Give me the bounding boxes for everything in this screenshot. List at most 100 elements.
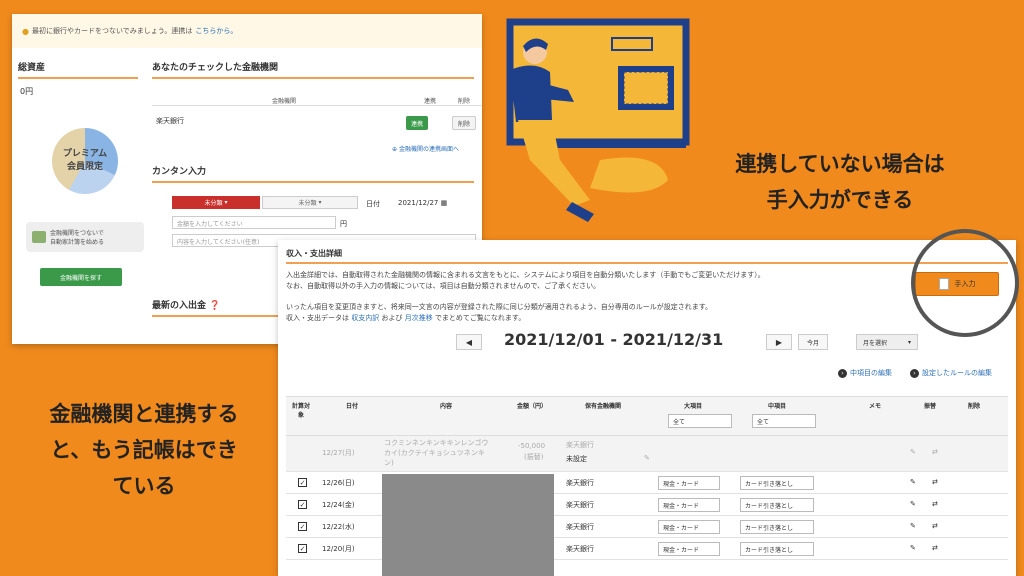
redacted-block	[382, 474, 554, 576]
pencil-icon[interactable]: ✎	[910, 500, 916, 508]
premium-line1: プレミアム	[62, 149, 108, 159]
row-date: 12/26(日)	[322, 479, 355, 487]
checkbox[interactable]: ✓	[298, 522, 307, 531]
transfer-icon[interactable]: ⇄	[932, 522, 938, 530]
col-bank: 金融機関	[272, 98, 297, 105]
minor-category-value: 未分類	[298, 200, 317, 207]
desc4-mid: および	[381, 314, 403, 322]
caption-left-line3: ている	[112, 474, 176, 498]
pencil-icon[interactable]: ✎	[910, 544, 916, 552]
header-transfer: 振替	[923, 403, 936, 410]
major-select[interactable]: 現金・カード	[658, 476, 720, 490]
month-select-label: 月を選択	[863, 339, 888, 347]
major-select[interactable]: 現金・カード	[658, 498, 720, 512]
checkbox[interactable]: ✓	[298, 544, 307, 553]
row-unset: 未設定	[566, 455, 587, 463]
help-icon[interactable]: ❓	[209, 301, 220, 311]
header-major: 大項目	[683, 403, 702, 410]
major-select[interactable]: 現金・カード	[658, 542, 720, 556]
transfer-icon[interactable]: ⇄	[932, 500, 938, 508]
major-select[interactable]: 現金・カード	[658, 520, 720, 534]
premium-line2: 会員限定	[66, 162, 103, 172]
row-content-1: コクミンネンキンキキンレンゴウ	[384, 439, 489, 447]
minor-select[interactable]: カード引き落とし	[740, 476, 814, 490]
next-month-button[interactable]: ▶	[766, 334, 792, 350]
checkbox[interactable]: ✓	[298, 478, 307, 487]
header-date[interactable]: 日付	[332, 401, 372, 410]
table-header: 計算対象 日付 内容 金額（円） 保有金融機関 大項目 中項目 メモ 振替 削除…	[286, 396, 1008, 436]
alert-link[interactable]: こちらから。	[195, 26, 237, 36]
link-button[interactable]: 連携	[406, 116, 428, 130]
transfer-icon[interactable]: ⇄	[932, 544, 938, 552]
breakdown-link[interactable]: 収支内訳	[351, 314, 379, 322]
header-content[interactable]: 内容	[416, 401, 476, 410]
row-bank: 楽天銀行	[566, 441, 594, 449]
caption-right: 連携していない場合は 手入力ができる	[680, 146, 1000, 218]
alert-banner: ● 最初に銀行やカードをつないでみましょう。連携は こちらから。	[12, 14, 482, 48]
desc4-pre: 収入・支出データは	[286, 314, 349, 322]
transfer-icon[interactable]: ⇄	[932, 448, 938, 456]
transfer-icon[interactable]: ⇄	[932, 478, 938, 486]
connect-line1: 金融機関をつないで	[50, 230, 104, 237]
row-date: 12/20(月)	[322, 545, 355, 553]
calendar-icon[interactable]: ▦	[441, 199, 448, 207]
row-date: 12/24(金)	[322, 501, 355, 509]
col-delete: 削除	[458, 98, 471, 105]
bank-link-page[interactable]: ⊕ 金融機関の連携画面へ	[392, 144, 459, 153]
delete-button[interactable]: 削除	[452, 116, 476, 130]
caption-right-line1: 連携していない場合は	[735, 152, 945, 176]
desc-line2: なお、自動取得以外の手入力の情報については、項目は自動分類されませんので、ご了承…	[286, 282, 601, 290]
row-bank: 楽天銀行	[566, 545, 594, 553]
row-bank: 楽天銀行	[566, 501, 594, 509]
minor-select[interactable]: カード引き落とし	[740, 520, 814, 534]
caption-left-line1: 金融機関と連携する	[49, 402, 239, 426]
arrow-right-icon: ›	[838, 368, 847, 378]
major-filter-select[interactable]: 全て	[668, 414, 732, 428]
date-label: 日付	[366, 200, 380, 208]
bank-name: 楽天銀行	[156, 117, 184, 125]
minor-select[interactable]: カード引き落とし	[740, 498, 814, 512]
row-date: 12/22(水)	[322, 523, 355, 531]
date-field[interactable]: 2021/12/27 ▦	[398, 199, 447, 207]
warning-icon: ●	[22, 26, 29, 36]
row-bank: 楽天銀行	[566, 479, 594, 487]
table-row: 12/27(月) コクミンネンキンキキンレンゴウ カイ(カクテイキョシュツネンキ…	[286, 436, 1008, 472]
details-title: 収入・支出詳細	[286, 249, 342, 258]
header-bank[interactable]: 保有金融機関	[566, 401, 640, 410]
row-amount-2: (振替)	[524, 453, 544, 461]
edit-mid-category-link[interactable]: › 中項目の編集	[838, 368, 892, 378]
this-month-button[interactable]: 今月	[798, 334, 828, 350]
desc-line3: いったん項目を変更頂きますと、将来同一文言の内容が登録された際に同じ分類が適用さ…	[286, 303, 713, 311]
header-amount[interactable]: 金額（円）	[504, 401, 560, 410]
pencil-icon[interactable]: ✎	[644, 454, 650, 462]
premium-pie: プレミアム 会員限定	[52, 128, 118, 194]
connect-bank-box: 金融機関をつないで 自動家計簿を始める	[26, 222, 144, 252]
bank-link-text: 金融機関の連携画面へ	[398, 146, 459, 153]
row-date: 12/27(月)	[322, 449, 355, 457]
pencil-icon[interactable]: ✎	[910, 522, 916, 530]
minor-filter-select[interactable]: 全て	[752, 414, 816, 428]
minor-select[interactable]: カード引き落とし	[740, 542, 814, 556]
prev-month-button[interactable]: ◀	[456, 334, 482, 350]
header-memo: メモ	[868, 403, 881, 410]
monthly-trend-link[interactable]: 月次推移	[405, 314, 433, 322]
checkbox[interactable]: ✓	[298, 500, 307, 509]
edit-rules-link[interactable]: › 設定したルールの編集	[910, 368, 992, 378]
find-bank-button[interactable]: 金融機関を探す	[40, 268, 122, 286]
header-calc: 計算対象	[291, 403, 310, 419]
edit-mid-label: 中項目の編集	[850, 369, 892, 377]
month-select[interactable]: 月を選択 ▾	[856, 334, 918, 350]
total-assets-value: 0円	[20, 87, 34, 96]
desc4-post: でまとめてご覧になれます。	[434, 314, 526, 322]
minor-category-dropdown[interactable]: 未分類 ▾	[262, 196, 358, 209]
desc-line4: 収入・支出データは 収支内訳 および 月次推移 でまとめてご覧になれます。	[286, 313, 525, 323]
connect-line2: 自動家計簿を始める	[50, 239, 105, 246]
checked-banks-title: あなたのチェックした金融機関	[152, 60, 474, 79]
chevron-down-icon: ▾	[907, 338, 911, 346]
row-content-2: カイ(カクテイキョシュツネンキ	[384, 449, 485, 457]
pencil-icon[interactable]: ✎	[910, 478, 916, 486]
amount-input[interactable]: 金額を入力してください	[172, 216, 336, 229]
recent-title-text: 最新の入出金	[152, 301, 207, 311]
major-category-dropdown[interactable]: 未分類 ▾	[172, 196, 260, 209]
pencil-icon[interactable]: ✎	[910, 448, 916, 456]
